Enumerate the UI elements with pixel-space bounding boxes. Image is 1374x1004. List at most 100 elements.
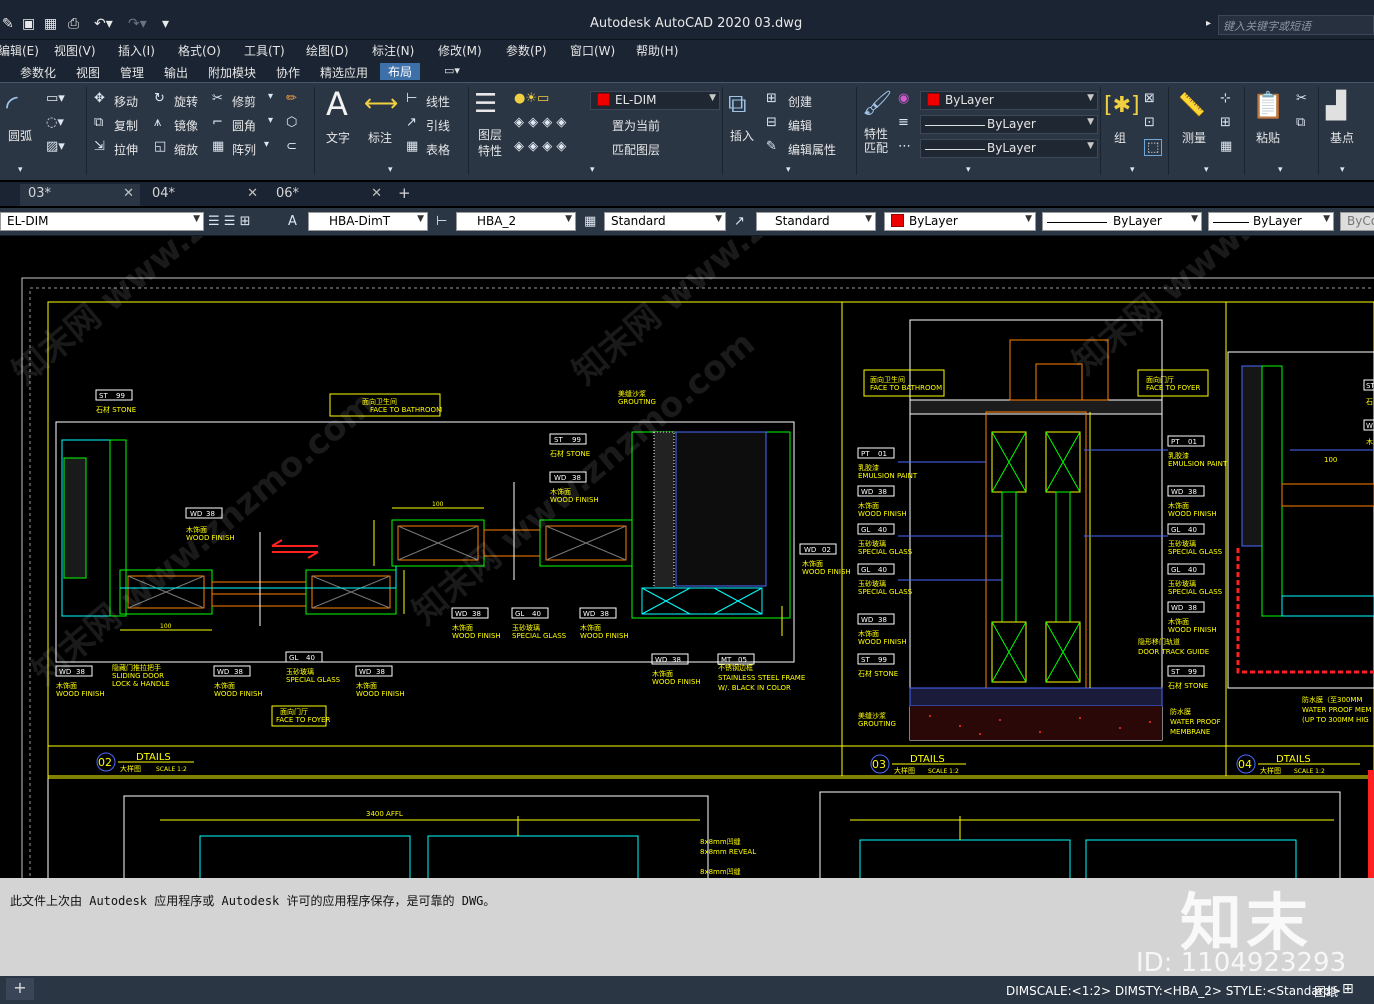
boundary-icon[interactable]: ▨▾ (46, 139, 65, 154)
ribbon-display-toggle-icon[interactable]: ▭▾ (440, 64, 464, 77)
create-block-icon[interactable]: ⊞ (766, 91, 777, 106)
group-button[interactable]: 组 (1114, 129, 1126, 146)
dimension-icon[interactable]: ⟷ (364, 89, 398, 117)
rectangle-icon[interactable]: ▭▾ (46, 91, 65, 106)
quick-access-open-icon[interactable]: ▣ (22, 16, 35, 32)
menu-dimension[interactable]: 标注(N) (372, 42, 414, 59)
insert-block-icon[interactable]: ⧉ (728, 89, 747, 120)
ungroup-icon[interactable]: ⊠ (1144, 91, 1155, 106)
layer-tool-icons[interactable]: ☰ ☰ ⊞ (208, 214, 250, 229)
linetype-dropdown[interactable]: ByLayer ▼ (920, 115, 1098, 134)
trim-button[interactable]: 修剪 (232, 93, 256, 110)
menu-modify[interactable]: 修改(M) (438, 42, 482, 59)
explode-icon[interactable]: ⬡ (286, 115, 297, 130)
paste-button[interactable]: 粘贴 (1256, 129, 1280, 146)
stretch-icon[interactable]: ⇲ (94, 139, 105, 154)
arc-label[interactable]: 圆弧 (8, 127, 32, 144)
table-icon[interactable]: ▦ (406, 139, 418, 154)
dimstyle-icon[interactable]: A (288, 214, 297, 229)
group-icon[interactable]: [✱] (1104, 93, 1140, 118)
hatch-icon[interactable]: ◌▾ (46, 115, 64, 130)
stretch-button[interactable]: 拉伸 (114, 141, 138, 158)
layer-tools-icons-2[interactable]: ◈ ◈ ◈ ◈ (514, 139, 566, 154)
menu-format[interactable]: 格式(O) (178, 42, 221, 59)
layer-properties-icon[interactable]: ☰ (474, 89, 497, 119)
multileader-style-icon[interactable]: ↗ (734, 214, 745, 229)
arc-icon[interactable]: ◜ (6, 89, 18, 124)
mirror-icon[interactable]: ⩚ (154, 115, 161, 130)
menu-window[interactable]: 窗口(W) (570, 42, 615, 59)
close-icon[interactable]: ✕ (123, 186, 134, 201)
panel-block-expander[interactable]: ▾ (786, 165, 791, 175)
move-icon[interactable]: ✥ (94, 91, 105, 106)
measure-icon[interactable]: 📏 (1178, 93, 1205, 118)
rotate-icon[interactable]: ↻ (154, 91, 165, 106)
offset-icon[interactable]: ⊂ (286, 139, 297, 154)
linear-icon[interactable]: ⊢ (406, 91, 417, 106)
move-button[interactable]: 移动 (114, 93, 138, 110)
trim-dropdown-icon[interactable]: ▾ (268, 91, 273, 102)
insert-button[interactable]: 插入 (730, 127, 754, 144)
copy-icon[interactable]: ⧉ (94, 115, 103, 130)
text-style-select[interactable]: HBA-DimT ▼ (308, 212, 428, 231)
layout-add-icon[interactable]: + (6, 978, 34, 1000)
scale-icon[interactable]: ◱ (154, 139, 166, 154)
calculator-icon[interactable]: ▦ (1220, 139, 1232, 154)
linear-button[interactable]: 线性 (426, 93, 450, 110)
set-current-button[interactable]: 置为当前 (612, 117, 660, 134)
multileader-style-select[interactable]: Standard ▼ (756, 212, 876, 231)
dimension-button[interactable]: 标注 (368, 129, 392, 146)
panel-view-expander[interactable]: ▾ (1340, 165, 1345, 175)
undo-icon[interactable]: ↶▾ (94, 16, 113, 32)
paste-icon[interactable]: 📋 (1252, 91, 1284, 121)
fillet-dropdown-icon[interactable]: ▾ (268, 115, 273, 126)
tab-output[interactable]: 输出 (160, 64, 192, 81)
group-edit-icon[interactable]: ⊡ (1144, 115, 1155, 130)
panel-clipboard-expander[interactable]: ▾ (1278, 165, 1283, 175)
leader-icon[interactable]: ↗ (406, 115, 417, 130)
file-tab-03[interactable]: 03* ✕ (20, 184, 140, 206)
linetype-icon[interactable]: ⋯ (898, 139, 911, 154)
menu-tools[interactable]: 工具(T) (244, 42, 285, 59)
menu-edit[interactable]: 编辑(E) (0, 42, 39, 59)
table-style-select[interactable]: Standard ▼ (604, 212, 726, 231)
panel-utilities-expander[interactable]: ▾ (1204, 165, 1209, 175)
menu-help[interactable]: 帮助(H) (636, 42, 678, 59)
array-icon[interactable]: ▦ (212, 139, 224, 154)
fillet-button[interactable]: 圆角 (232, 117, 256, 134)
match-properties-icon[interactable]: 🖌 (862, 89, 892, 117)
lineweight-icon[interactable]: ≡ (898, 115, 909, 130)
create-block-button[interactable]: 创建 (788, 93, 812, 110)
array-dropdown-icon[interactable]: ▾ (264, 139, 269, 150)
layer-dropdown[interactable]: EL-DIM ▼ (590, 91, 720, 110)
scale-button[interactable]: 缩放 (174, 141, 198, 158)
layer-tools-icons[interactable]: ◈ ◈ ◈ ◈ (514, 115, 566, 130)
panel-draw-expander[interactable]: ▾ (18, 165, 23, 175)
edit-attributes-icon[interactable]: ✎ (766, 139, 777, 154)
search-expand-icon[interactable]: ▸ (1206, 18, 1211, 29)
menu-draw[interactable]: 绘图(D) (306, 42, 349, 59)
tab-view[interactable]: 视图 (72, 64, 104, 81)
close-icon[interactable]: ✕ (247, 186, 258, 201)
edit-block-button[interactable]: 编辑 (788, 117, 812, 134)
copy-button[interactable]: 复制 (114, 117, 138, 134)
layer-properties-button[interactable]: 图层 特性 (478, 127, 502, 159)
tab-manage[interactable]: 管理 (116, 64, 148, 81)
dim-style-icon[interactable]: ⊢ (436, 214, 447, 229)
tab-layout[interactable]: 布局 (380, 63, 421, 80)
group-selection-icon[interactable]: ⬚ (1144, 139, 1163, 156)
cut-icon[interactable]: ✂ (1296, 91, 1307, 106)
edit-attributes-button[interactable]: 编辑属性 (788, 141, 836, 158)
trim-icon[interactable]: ✂ (212, 91, 223, 106)
table-style-icon[interactable]: ▦ (584, 214, 596, 229)
paper-space-toggle[interactable]: 图纸 (1314, 983, 1338, 1000)
quick-access-saveas-icon[interactable]: ✎ (2, 16, 14, 32)
plotstyle-select[interactable]: ByCo (1340, 212, 1374, 231)
erase-icon[interactable]: ✏ (286, 91, 297, 106)
tab-featured-apps[interactable]: 精选应用 (316, 64, 372, 81)
panel-properties-expander[interactable]: ▾ (966, 165, 971, 175)
layer-select[interactable]: EL-DIM ▼ (0, 212, 204, 231)
panel-annotation-expander[interactable]: ▾ (388, 165, 393, 175)
close-icon[interactable]: ✕ (371, 186, 382, 201)
base-point-icon[interactable]: ▟ (1326, 91, 1346, 121)
